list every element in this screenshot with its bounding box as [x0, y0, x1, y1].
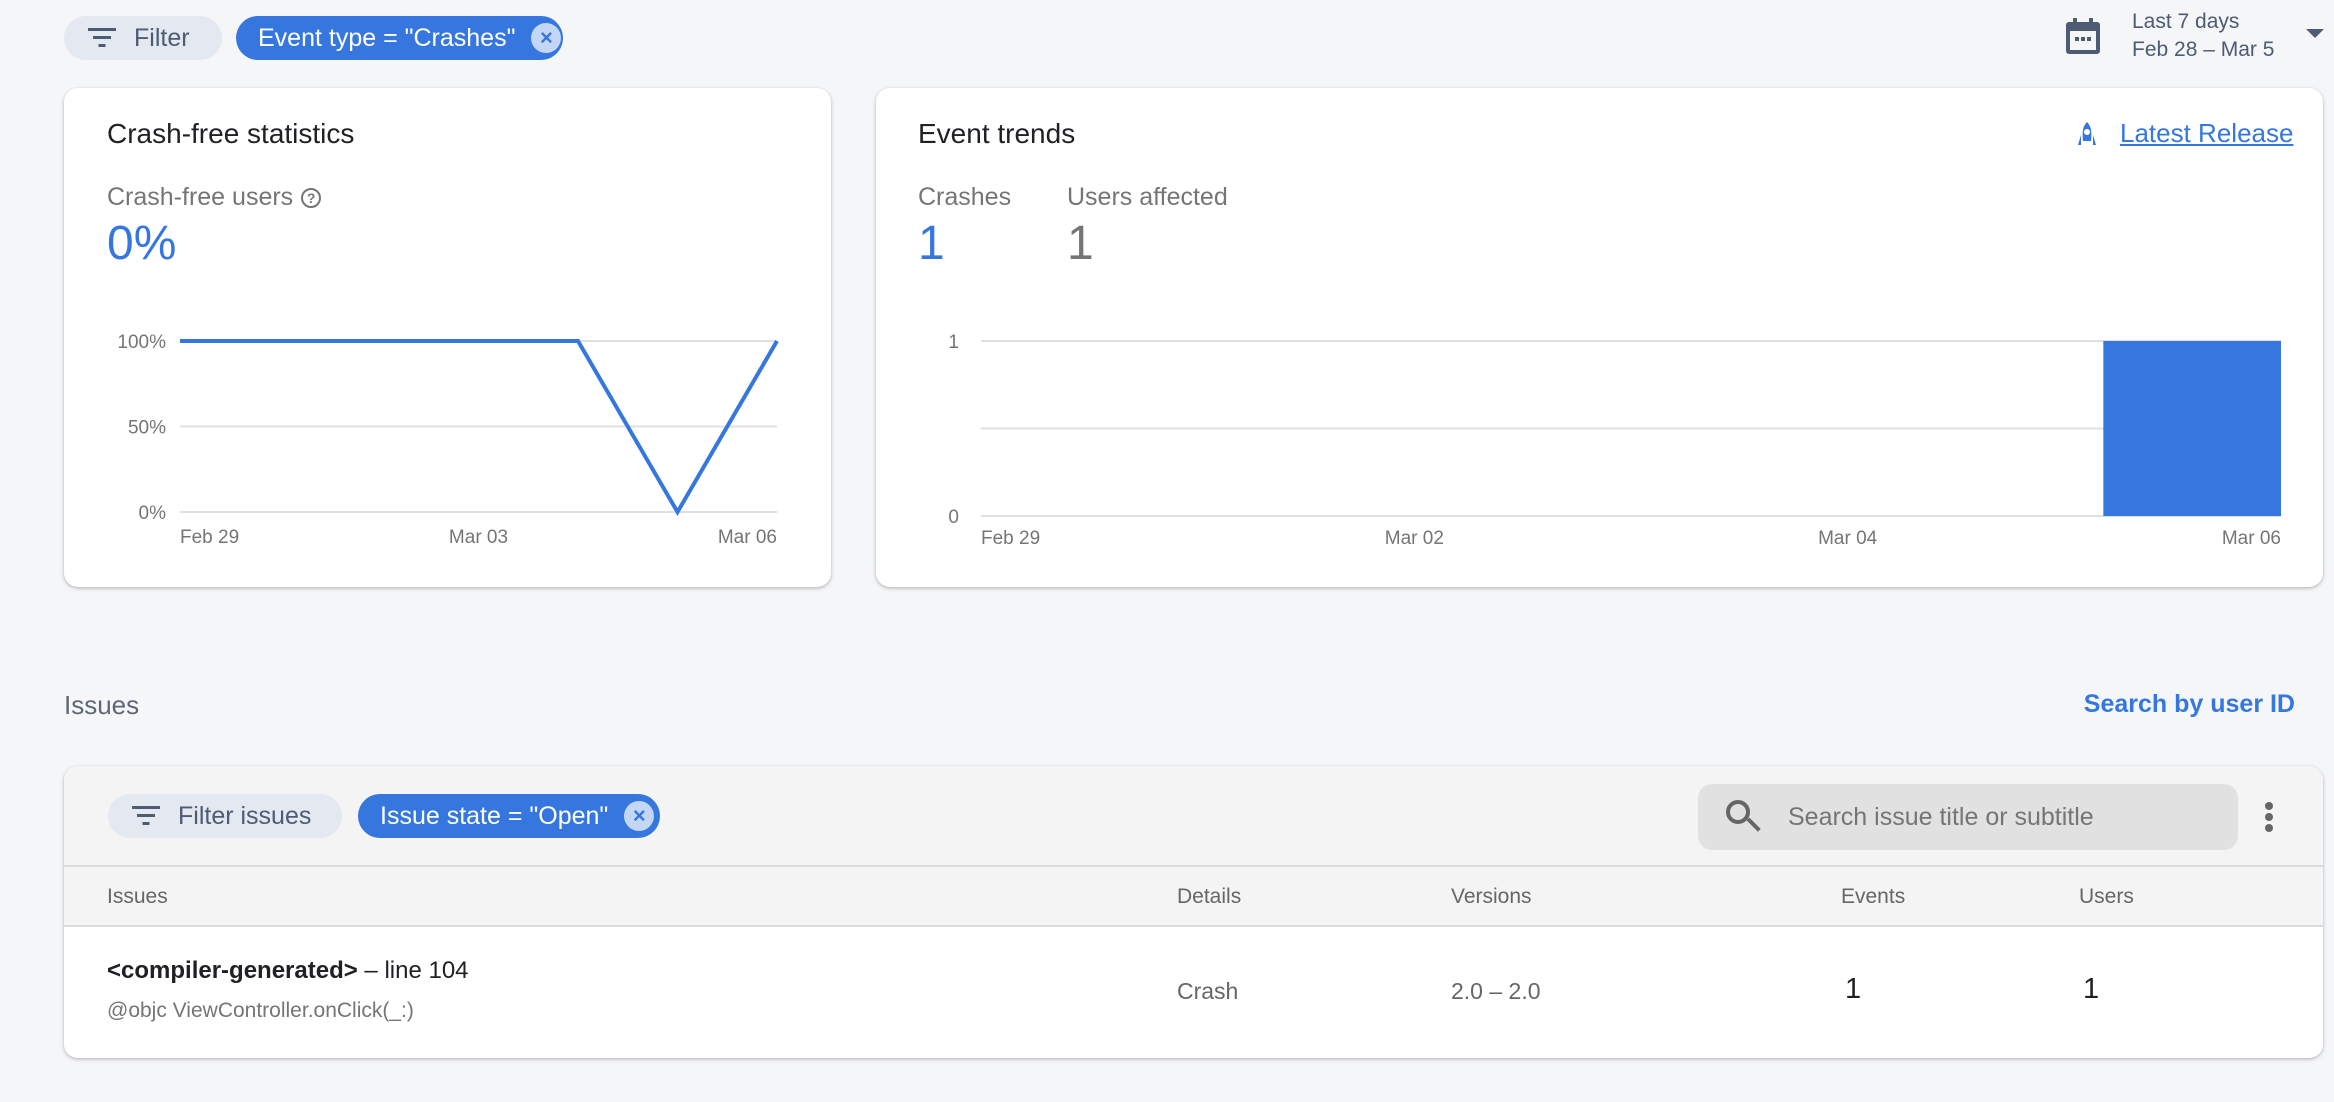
issue-search-box[interactable]	[1698, 784, 2238, 850]
y-tick-label: 0	[948, 507, 959, 528]
column-header-events[interactable]: Events	[1841, 885, 1905, 909]
more-options-icon[interactable]	[2264, 802, 2274, 832]
issue-details: Crash	[1177, 978, 1239, 1004]
column-header-issues[interactable]: Issues	[107, 885, 168, 909]
issue-subtitle: @objc ViewController.onClick(_:)	[107, 999, 414, 1022]
crash-free-card: Crash-free statistics Crash-free users? …	[64, 88, 831, 587]
issue-state-chip[interactable]: Issue state = "Open" ×	[358, 794, 660, 838]
y-tick-label: 1	[948, 332, 959, 353]
column-header-users[interactable]: Users	[2079, 885, 2134, 909]
filter-icon	[132, 806, 160, 826]
dropdown-caret-icon[interactable]	[2306, 28, 2325, 38]
issue-title[interactable]: <compiler-generated> – line 104	[107, 957, 469, 985]
event-trends-chart: 0 1 Feb 29 Mar 02 Mar 04 Mar 06	[948, 332, 2281, 549]
x-tick-label: Mar 03	[449, 527, 508, 548]
x-tick-label: Mar 04	[1818, 528, 1878, 549]
table-header: Issues Details Versions Events Users	[64, 867, 2323, 927]
date-range-value: Feb 28 – Mar 5	[2132, 38, 2275, 61]
issue-versions: 2.0 – 2.0	[1451, 978, 1541, 1004]
remove-chip-icon[interactable]: ×	[624, 801, 655, 831]
table-row[interactable]: <compiler-generated> – line 104 @objc Vi…	[64, 927, 2323, 1058]
x-tick-label: Feb 29	[981, 528, 1040, 549]
issues-toolbar: Filter issues Issue state = "Open" ×	[64, 766, 2323, 867]
calendar-icon	[2066, 18, 2100, 54]
filter-issues-button[interactable]: Filter issues	[108, 794, 342, 838]
issue-users: 1	[2083, 973, 2100, 1005]
search-icon	[1726, 800, 1761, 834]
filter-issues-label: Filter issues	[178, 801, 312, 830]
date-range-label: Last 7 days	[2132, 10, 2240, 33]
date-range-picker[interactable]: Last 7 days Feb 28 – Mar 5	[2066, 8, 2325, 64]
crash-free-chart: 0% 50% 100% Feb 29 Mar 03 Mar 06	[117, 332, 779, 548]
crash-bar	[2103, 341, 2281, 516]
event-trends-card: Event trends Latest Release Crashes 1 Us…	[876, 88, 2323, 587]
column-header-versions[interactable]: Versions	[1451, 885, 1532, 909]
filter-button[interactable]: Filter	[64, 16, 222, 60]
search-by-user-id-link[interactable]: Search by user ID	[2084, 690, 2295, 719]
issue-search-input[interactable]	[1788, 802, 2228, 832]
y-tick-label: 0%	[139, 503, 167, 524]
issues-section-title: Issues	[64, 690, 140, 720]
x-tick-label: Mar 06	[2222, 528, 2281, 549]
y-tick-label: 50%	[128, 418, 166, 439]
x-tick-label: Mar 02	[1385, 528, 1444, 549]
issue-title-rest: – line 104	[357, 957, 469, 984]
issue-events: 1	[1845, 973, 1862, 1005]
event-type-chip-label: Event type = "Crashes"	[258, 23, 516, 52]
column-header-details[interactable]: Details	[1177, 885, 1241, 909]
filter-icon	[88, 28, 116, 48]
remove-chip-icon[interactable]: ×	[531, 23, 562, 53]
y-tick-label: 100%	[117, 332, 166, 353]
x-tick-label: Feb 29	[180, 527, 239, 548]
issue-state-chip-label: Issue state = "Open"	[380, 801, 609, 830]
issue-title-bold: <compiler-generated>	[107, 957, 358, 984]
event-type-chip[interactable]: Event type = "Crashes" ×	[236, 16, 563, 60]
filter-label: Filter	[134, 23, 190, 52]
x-tick-label: Mar 06	[718, 527, 777, 548]
issues-table-card: Filter issues Issue state = "Open" × Iss…	[64, 766, 2323, 1058]
